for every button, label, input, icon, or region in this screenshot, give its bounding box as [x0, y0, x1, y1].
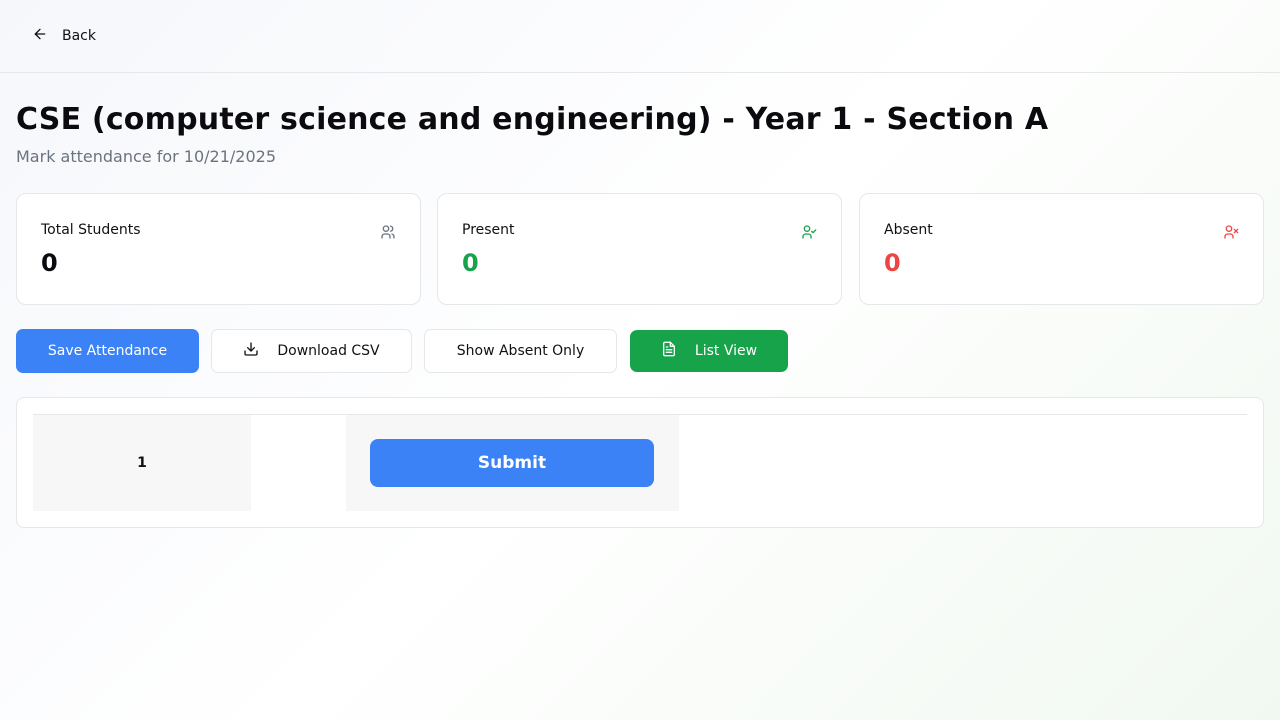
download-icon [243, 341, 259, 361]
page-subtitle: Mark attendance for 10/21/2025 [16, 147, 277, 166]
top-bar: Back [0, 0, 1280, 73]
row-number-cell: 1 [33, 415, 251, 511]
list-view-button[interactable]: List View [630, 330, 788, 372]
users-icon [380, 224, 396, 240]
back-button[interactable]: Back [24, 20, 104, 52]
stat-value-absent: 0 [884, 249, 901, 277]
stat-label-present: Present [462, 222, 515, 238]
stat-value-total: 0 [41, 249, 58, 277]
attendance-table: 1 Submit [16, 397, 1264, 528]
stat-card-absent: Absent 0 [859, 193, 1264, 305]
stat-card-present: Present 0 [437, 193, 842, 305]
show-absent-only-label: Show Absent Only [456, 343, 585, 359]
stat-value-present: 0 [462, 249, 479, 277]
stat-label-absent: Absent [884, 222, 933, 238]
stat-card-total-students: Total Students 0 [16, 193, 421, 305]
stat-label-total: Total Students [41, 222, 141, 238]
save-attendance-label: Save Attendance [47, 343, 168, 359]
page-title: CSE (computer science and engineering) -… [16, 102, 1049, 137]
row-action-cell: Submit [346, 415, 679, 511]
list-view-label: List View [694, 343, 758, 359]
back-label: Back [62, 28, 96, 44]
show-absent-only-button[interactable]: Show Absent Only [424, 329, 617, 373]
download-csv-label: Download CSV [277, 343, 380, 359]
arrow-left-icon [32, 26, 48, 46]
save-attendance-button[interactable]: Save Attendance [16, 329, 199, 373]
user-x-icon [1223, 224, 1239, 240]
file-text-icon [661, 341, 677, 361]
user-check-icon [801, 224, 817, 240]
download-csv-button[interactable]: Download CSV [211, 329, 412, 373]
submit-button[interactable]: Submit [370, 439, 654, 487]
